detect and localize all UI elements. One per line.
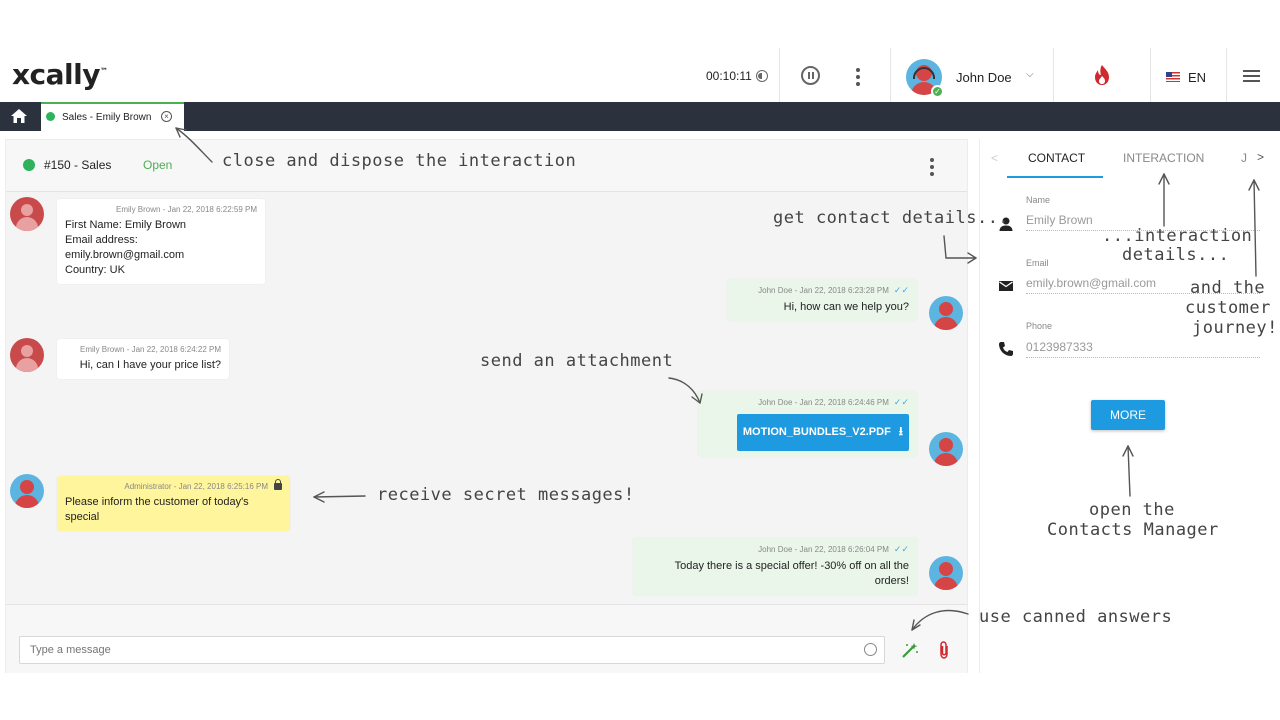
more-button[interactable]: MORE xyxy=(1091,400,1165,430)
lock-icon xyxy=(274,479,282,490)
chat-options-icon[interactable] xyxy=(930,158,934,179)
message-meta: John Doe - Jan 22, 2018 6:23:28 PM xyxy=(758,286,889,295)
phone-field[interactable]: 0123987333 xyxy=(1026,340,1260,358)
session-timer: 00:10:11 xyxy=(706,69,768,83)
message-line: Hi, how can we help you? xyxy=(783,301,909,313)
chat-message: John Doe - Jan 22, 2018 6:23:28 PM ✓✓ Hi,… xyxy=(727,279,917,321)
tab-journey[interactable]: J xyxy=(1241,151,1247,165)
chevron-down-icon[interactable]: ⌵ xyxy=(1026,69,1034,80)
email-label: Email xyxy=(1026,258,1049,268)
annotation-secret: receive secret messages! xyxy=(377,485,635,505)
chevron-right-icon[interactable]: > xyxy=(1257,150,1264,164)
customer-avatar xyxy=(10,197,44,231)
annotation-manager-2: Contacts Manager xyxy=(1047,520,1219,540)
annotation-close: close and dispose the interaction xyxy=(222,151,577,171)
canned-answers-icon[interactable] xyxy=(901,642,919,658)
annotation-interaction-2: details... xyxy=(1122,245,1230,265)
paperclip-icon[interactable] xyxy=(937,641,951,659)
chevron-left-icon[interactable]: < xyxy=(991,151,998,165)
annotation-journey-3: journey! xyxy=(1192,318,1278,338)
language-selector[interactable]: EN xyxy=(1188,70,1206,85)
phone-label: Phone xyxy=(1026,321,1053,331)
phone-icon xyxy=(999,342,1013,356)
annotation-journey-1: and the xyxy=(1190,278,1266,298)
tab-interaction[interactable]: INTERACTION xyxy=(1123,151,1204,165)
message-line: First Name: Emily Brown xyxy=(65,219,187,231)
interaction-id: #150 - Sales xyxy=(44,158,112,172)
logo: xcally™ xyxy=(12,58,108,91)
message-line: Please inform the customer of today's sp… xyxy=(65,496,249,523)
tab-sales-emily-brown[interactable]: Sales - Emily Brown × xyxy=(41,102,184,131)
agent-avatar xyxy=(929,296,963,330)
chat-channel-icon xyxy=(46,112,55,121)
message-line: Today there is a special offer! -30% off… xyxy=(674,560,909,587)
emoji-icon[interactable] xyxy=(864,643,877,656)
online-status-icon: ✓ xyxy=(931,85,944,98)
read-receipt-icon: ✓✓ xyxy=(893,544,909,554)
list-menu-icon[interactable] xyxy=(1243,70,1260,82)
divider xyxy=(1226,48,1227,102)
divider xyxy=(1150,48,1151,102)
message-meta: John Doe - Jan 22, 2018 6:26:04 PM xyxy=(758,545,889,554)
user-name[interactable]: John Doe xyxy=(956,70,1012,85)
chat-message: John Doe - Jan 22, 2018 6:26:04 PM ✓✓ Tod… xyxy=(633,538,917,595)
secret-message: Administrator - Jan 22, 2018 6:25:16 PM … xyxy=(57,476,290,531)
annotation-interaction-1: ...interaction xyxy=(1102,226,1253,246)
message-meta: Administrator - Jan 22, 2018 6:25:16 PM xyxy=(124,482,268,491)
message-meta: Emily Brown - Jan 22, 2018 6:24:22 PM xyxy=(80,345,221,354)
attachment-download-button[interactable]: MOTION_BUNDLES_V2.PDF ⭳ xyxy=(736,414,909,451)
read-receipt-icon: ✓✓ xyxy=(893,397,909,407)
annotation-contact: get contact details... xyxy=(773,208,1010,228)
interaction-status: Open xyxy=(143,158,173,172)
message-line: Email address: emily.brown@gmail.com xyxy=(65,234,185,261)
name-label: Name xyxy=(1026,195,1051,205)
tab-contact[interactable]: CONTACT xyxy=(1028,151,1085,165)
contact-side-panel: < CONTACT INTERACTION J > Name Emily Bro… xyxy=(979,139,1274,673)
message-meta: Emily Brown - Jan 22, 2018 6:22:59 PM xyxy=(116,205,257,214)
timer-icon xyxy=(755,70,768,82)
chat-message: Emily Brown - Jan 22, 2018 6:24:22 PM Hi… xyxy=(57,339,229,379)
download-icon: ⭳ xyxy=(898,424,903,438)
page: xcally™ 00:10:11 ✓ John Doe ⌵ EN Sales -… xyxy=(0,0,1280,720)
top-bar: xcally™ 00:10:11 ✓ John Doe ⌵ EN xyxy=(0,48,1280,102)
close-tab-icon[interactable]: × xyxy=(161,111,172,122)
message-composer xyxy=(6,604,967,673)
annotation-journey-2: customer xyxy=(1185,298,1271,318)
divider xyxy=(890,48,891,102)
home-icon[interactable] xyxy=(10,108,28,124)
fire-icon[interactable] xyxy=(1094,64,1110,86)
flag-us-icon[interactable] xyxy=(1166,72,1180,82)
pause-button[interactable] xyxy=(801,66,820,85)
chat-message: Emily Brown - Jan 22, 2018 6:22:59 PM Fi… xyxy=(57,199,265,284)
annotation-attachment: send an attachment xyxy=(480,351,674,371)
agent-avatar xyxy=(929,432,963,466)
divider xyxy=(1053,48,1054,102)
more-options-icon[interactable] xyxy=(856,68,860,89)
agent-avatar xyxy=(929,556,963,590)
message-meta: John Doe - Jan 22, 2018 6:24:46 PM xyxy=(758,398,889,407)
annotation-manager-1: open the xyxy=(1089,500,1175,520)
message-input[interactable] xyxy=(19,636,885,664)
tab-label: Sales - Emily Brown xyxy=(62,112,152,123)
read-receipt-icon: ✓✓ xyxy=(893,285,909,295)
interaction-tab-bar: Sales - Emily Brown × xyxy=(0,102,1280,131)
chat-channel-icon xyxy=(23,159,35,171)
admin-avatar xyxy=(10,474,44,508)
message-line: Country: UK xyxy=(65,264,125,276)
customer-avatar xyxy=(10,338,44,372)
annotation-canned: use canned answers xyxy=(979,607,1173,627)
message-line: Hi, can I have your price list? xyxy=(79,359,221,371)
chat-message: John Doe - Jan 22, 2018 6:24:46 PM ✓✓ MOT… xyxy=(698,391,917,457)
active-tab-indicator xyxy=(1007,176,1103,178)
mail-icon xyxy=(999,281,1013,291)
divider xyxy=(779,48,780,102)
